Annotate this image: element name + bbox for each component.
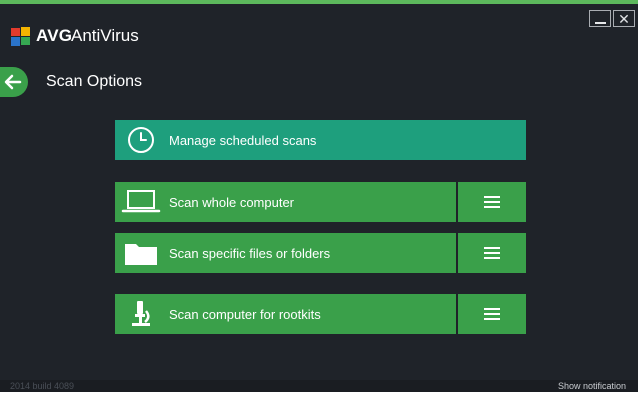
avg-app-window: AVG AntiVirus ✕ Scan Options Manage sche…: [0, 0, 638, 392]
clock-icon: [115, 120, 167, 160]
manage-scheduled-scans-button[interactable]: Manage scheduled scans: [115, 120, 526, 160]
menu-icon: [484, 196, 500, 208]
minimize-icon: [594, 21, 606, 24]
brand-name: AVG: [36, 26, 73, 45]
back-button[interactable]: [0, 67, 28, 97]
build-info: 2014 build 4089: [10, 381, 75, 391]
product-name: AntiVirus: [71, 26, 139, 45]
arrow-left-icon: [4, 74, 22, 90]
menu-icon: [484, 308, 500, 320]
laptop-icon: [115, 182, 167, 222]
scan-specific-files-settings-button[interactable]: [458, 233, 526, 273]
title-bar: AVG AntiVirus ✕: [0, 4, 638, 46]
scan-whole-computer-button[interactable]: Scan whole computer: [115, 182, 456, 222]
folder-icon: [115, 233, 167, 273]
scan-specific-files-button[interactable]: Scan specific files or folders: [115, 233, 456, 273]
scan-rootkits-settings-button[interactable]: [458, 294, 526, 334]
window: AVG AntiVirus ✕ Scan Options Manage sche…: [0, 0, 640, 395]
scan-rootkits-label: Scan computer for rootkits: [169, 306, 321, 322]
close-button[interactable]: ✕: [613, 10, 635, 27]
scan-whole-computer-settings-button[interactable]: [458, 182, 526, 222]
footer-bar: [0, 380, 638, 392]
scan-rootkits-button[interactable]: Scan computer for rootkits: [115, 294, 456, 334]
manage-scheduled-scans-label: Manage scheduled scans: [169, 132, 317, 148]
menu-icon: [484, 247, 500, 259]
scan-whole-computer-label: Scan whole computer: [169, 194, 295, 210]
avg-logo-icon: [11, 27, 30, 46]
page-title: Scan Options: [46, 73, 143, 90]
show-notification-link[interactable]: Show notification: [558, 381, 626, 391]
minimize-button[interactable]: [589, 10, 611, 27]
microscope-icon: [115, 294, 167, 334]
scan-specific-files-label: Scan specific files or folders: [169, 245, 331, 261]
close-icon: ✕: [618, 10, 630, 27]
